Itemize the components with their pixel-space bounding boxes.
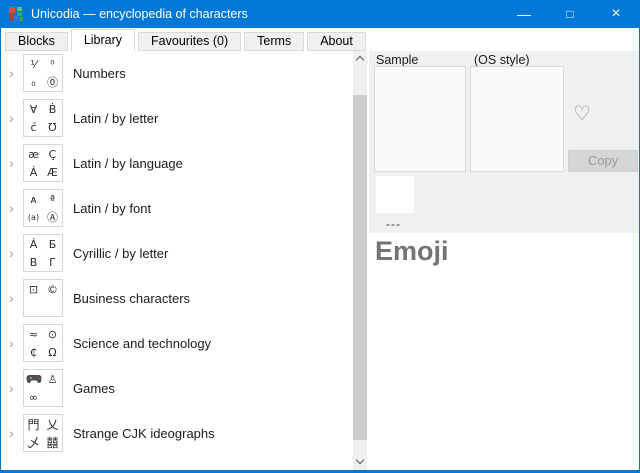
tree-item-label: Cyrillic / by letter [73, 246, 168, 261]
chevron-right-icon[interactable]: › [9, 379, 21, 397]
tree-item-science-and-technology[interactable]: › ≈⊙₵Ω Science and technology [2, 324, 353, 368]
scroll-up-icon[interactable] [353, 51, 367, 67]
os-style-label: (OS style) [474, 53, 530, 67]
category-glyph-box: ≈⊙₵Ω [23, 324, 63, 362]
tree-item-strange-cjk-ideographs[interactable]: › 門乂乄囍 Strange CJK ideographs [2, 414, 353, 458]
tree-item-cyrillic-by-letter[interactable]: › ÁБВГ Cyrillic / by letter [2, 234, 353, 278]
tab-blocks[interactable]: Blocks [5, 32, 68, 51]
category-glyph-box: ⱯḂćƱ [23, 99, 63, 137]
tab-terms[interactable]: Terms [244, 32, 304, 51]
chevron-right-icon[interactable]: › [9, 154, 21, 172]
category-glyph-box: ᴀª(a)Ⓐ [23, 189, 63, 227]
tree-item-label: Latin / by letter [73, 111, 158, 126]
app-icon [8, 6, 24, 22]
tree-item-latin-by-letter[interactable]: › ⱯḂćƱ Latin / by letter [2, 99, 353, 143]
tab-about[interactable]: About [307, 32, 366, 51]
app-window: Unicodia — encyclopedia of characters — … [0, 0, 640, 473]
detail-panel: Sample (OS style) ♡ Copy --- Emoji [369, 51, 639, 470]
chevron-right-icon[interactable]: › [9, 109, 21, 127]
favourite-heart-icon[interactable]: ♡ [570, 101, 594, 125]
category-glyph-box: ♙∞ [23, 369, 63, 407]
tree-item-label: Business characters [73, 291, 190, 306]
tab-content: › ⅟⁰₀⓪ Numbers › ⱯḂćƱ Latin / by letter … [2, 51, 639, 470]
tree-scrollbar[interactable] [353, 51, 367, 470]
copy-button[interactable]: Copy [568, 150, 638, 172]
maximize-button[interactable]: □ [547, 0, 593, 28]
code-placeholder: --- [386, 217, 401, 231]
tree-item-label: Strange CJK ideographs [73, 426, 215, 441]
chevron-right-icon[interactable]: › [9, 334, 21, 352]
sample-label: Sample [376, 53, 418, 67]
category-glyph-box: æÇÁÆ [23, 144, 63, 182]
tree-item-latin-by-font[interactable]: › ᴀª(a)Ⓐ Latin / by font [2, 189, 353, 233]
category-glyph-box: ⊡© [23, 279, 63, 317]
tree-item-latin-by-language[interactable]: › æÇÁÆ Latin / by language [2, 144, 353, 188]
tree-item-label: Latin / by font [73, 201, 151, 216]
block-title: Emoji [375, 236, 449, 267]
window-title: Unicodia — encyclopedia of characters [31, 7, 501, 21]
sample-preview-box [374, 66, 466, 172]
tab-favourites-0[interactable]: Favourites (0) [138, 32, 241, 51]
scroll-down-icon[interactable] [353, 454, 367, 470]
tree-item-numbers[interactable]: › ⅟⁰₀⓪ Numbers [2, 54, 353, 98]
tree-item-label: Science and technology [73, 336, 211, 351]
tab-library[interactable]: Library [71, 29, 135, 51]
chevron-right-icon[interactable]: › [9, 289, 21, 307]
tree-item-label: Latin / by language [73, 156, 183, 171]
tree-item-label: Games [73, 381, 115, 396]
close-button[interactable]: × [593, 0, 639, 28]
game-controller-icon [26, 374, 42, 384]
chevron-right-icon[interactable]: › [9, 424, 21, 442]
os-style-preview-box [470, 66, 564, 172]
tree-item-label: Numbers [73, 66, 126, 81]
chevron-right-icon[interactable]: › [9, 244, 21, 262]
tab-bar: Blocks Library Favourites (0) Terms Abou… [1, 28, 639, 51]
category-glyph-box: 門乂乄囍 [23, 414, 63, 452]
tree-item-business-characters[interactable]: › ⊡© Business characters [2, 279, 353, 323]
sample-area: Sample (OS style) ♡ Copy --- [369, 51, 639, 233]
scrollbar-thumb[interactable] [353, 95, 367, 440]
chevron-right-icon[interactable]: › [9, 199, 21, 217]
category-glyph-box: ⅟⁰₀⓪ [23, 54, 63, 92]
title-bar: Unicodia — encyclopedia of characters — … [1, 0, 639, 28]
block-info-area: Emoji [369, 233, 639, 470]
library-tree: › ⅟⁰₀⓪ Numbers › ⱯḂćƱ Latin / by letter … [2, 51, 353, 470]
character-cell [376, 176, 414, 213]
category-glyph-box: ÁБВГ [23, 234, 63, 272]
minimize-button[interactable]: — [501, 0, 547, 28]
tree-item-games[interactable]: › ♙∞ Games [2, 369, 353, 413]
caption-buttons: — □ × [501, 0, 639, 28]
chevron-right-icon[interactable]: › [9, 64, 21, 82]
